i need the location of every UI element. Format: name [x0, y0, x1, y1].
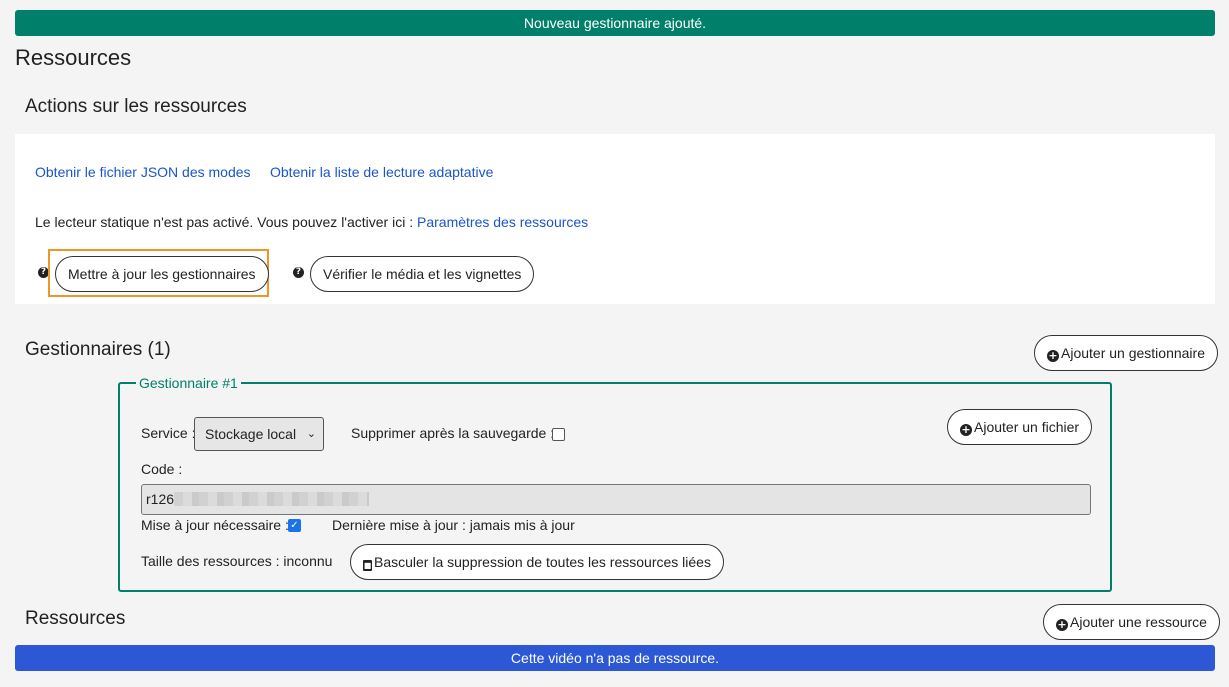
- resources-section-title: Ressources: [25, 608, 126, 629]
- no-resource-alert: Cette vidéo n'a pas de ressource.: [15, 645, 1215, 671]
- plus-circle-icon: +: [960, 423, 972, 436]
- delete-after-save-checkbox[interactable]: [552, 428, 565, 441]
- checkmark-icon: ✓: [290, 520, 299, 531]
- redacted-code: [174, 492, 370, 506]
- static-player-note: Le lecteur statique n'est pas activé. Vo…: [35, 214, 588, 230]
- code-value: r126: [146, 491, 175, 507]
- delete-after-save-label: Supprimer après la sauvegarde :: [351, 425, 555, 441]
- chevron-down-icon: ⌄: [306, 428, 316, 440]
- service-select[interactable]: Stockage local ⌄: [194, 417, 324, 451]
- json-modes-link[interactable]: Obtenir le fichier JSON des modes: [35, 164, 251, 180]
- update-needed-label: Mise à jour nécessaire :: [141, 517, 289, 533]
- plus-circle-icon: +: [1047, 349, 1059, 362]
- adaptive-playlist-link[interactable]: Obtenir la liste de lecture adaptative: [270, 164, 493, 180]
- trash-icon: ■: [363, 560, 372, 571]
- question-circle-icon[interactable]: ?: [293, 267, 304, 278]
- actions-panel: Obtenir le fichier JSON des modes Obteni…: [15, 134, 1215, 304]
- success-alert: Nouveau gestionnaire ajouté.: [15, 10, 1215, 36]
- static-player-text: Le lecteur statique n'est pas activé. Vo…: [35, 214, 417, 230]
- service-value: Stockage local: [205, 426, 297, 442]
- page-title: Ressources: [15, 45, 132, 70]
- manager-legend: Gestionnaire #1: [139, 375, 238, 391]
- resource-settings-link[interactable]: Paramètres des ressources: [417, 214, 588, 230]
- add-file-label: Ajouter un fichier: [974, 419, 1080, 435]
- code-label: Code :: [141, 461, 183, 477]
- plus-circle-icon: +: [1056, 618, 1068, 631]
- add-resource-label: Ajouter une ressource: [1070, 614, 1207, 630]
- code-field[interactable]: r126: [141, 484, 1091, 515]
- update-needed-checkbox[interactable]: ✓: [288, 519, 301, 532]
- add-manager-button[interactable]: + Ajouter un gestionnaire: [1034, 335, 1218, 371]
- manager-fieldset: Gestionnaire #1 Service : Stockage local…: [118, 375, 1112, 592]
- actions-section-title: Actions sur les ressources: [25, 96, 247, 117]
- resource-size-text: Taille des ressources : inconnu: [141, 553, 333, 569]
- managers-section-title: Gestionnaires (1): [25, 339, 171, 360]
- last-update-text: Dernière mise à jour : jamais mis à jour: [332, 517, 575, 533]
- toggle-delete-label: Basculer la suppression de toutes les re…: [374, 554, 711, 570]
- add-file-button[interactable]: + Ajouter un fichier: [947, 409, 1093, 445]
- add-manager-label: Ajouter un gestionnaire: [1061, 345, 1205, 361]
- add-resource-button[interactable]: + Ajouter une ressource: [1043, 604, 1220, 640]
- verify-media-button[interactable]: Vérifier le média et les vignettes: [310, 256, 535, 292]
- service-label: Service :: [141, 425, 196, 441]
- toggle-delete-resources-button[interactable]: ■ Basculer la suppression de toutes les r…: [350, 544, 724, 580]
- update-managers-button[interactable]: Mettre à jour les gestionnaires: [55, 256, 269, 292]
